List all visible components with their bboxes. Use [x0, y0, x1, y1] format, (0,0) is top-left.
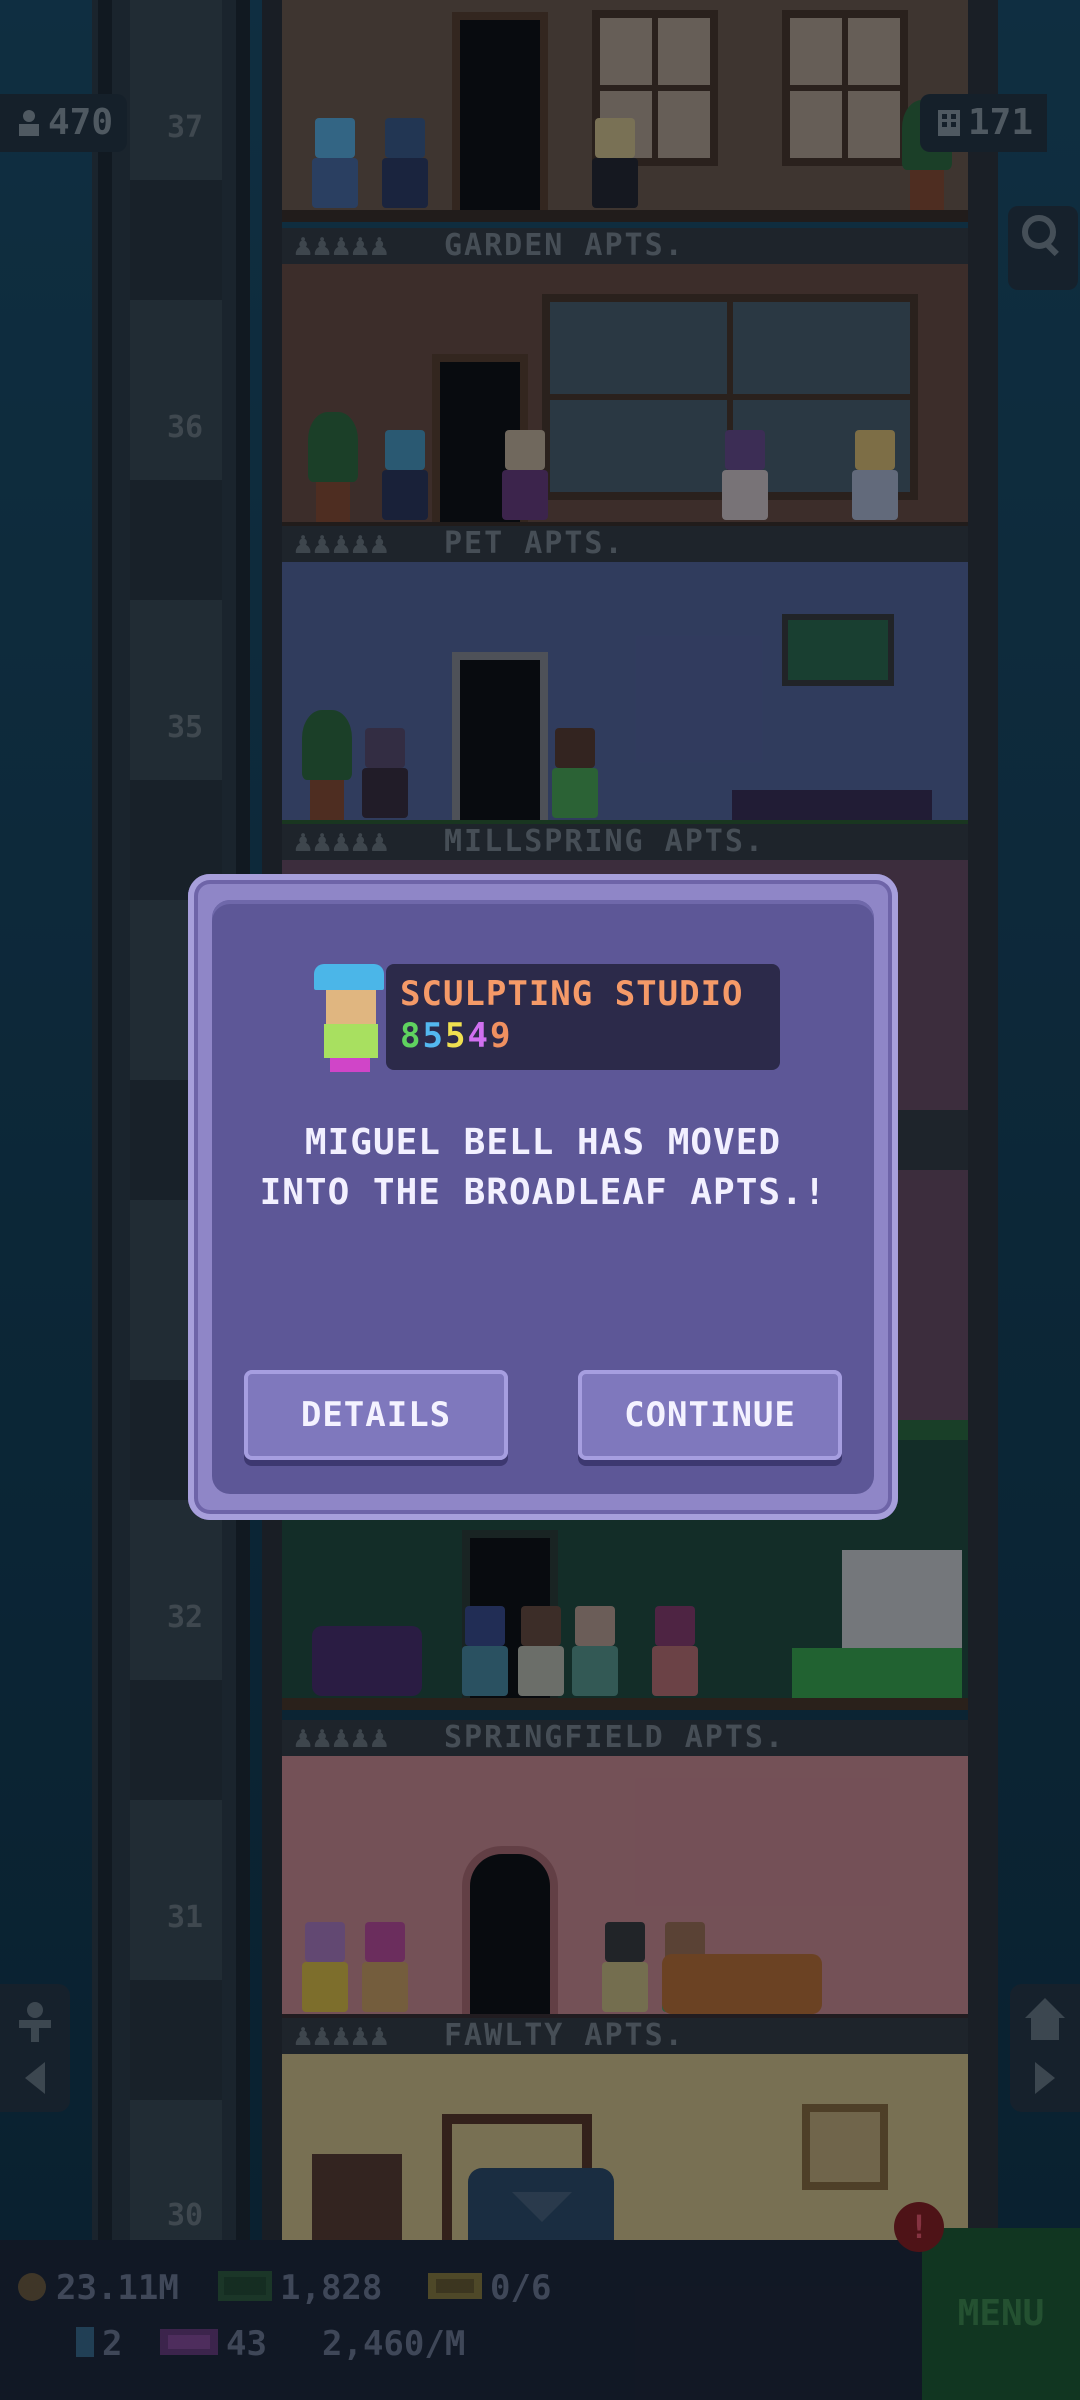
skill-retail: 4	[467, 1016, 490, 1056]
move-in-dialog: SCULPTING STUDIO 85549 MIGUEL BELL HAS M…	[188, 874, 898, 1520]
dream-job-box: SCULPTING STUDIO 85549	[386, 964, 780, 1070]
dream-job-title: SCULPTING STUDIO	[400, 974, 744, 1014]
game-screen: 37 36 35 32 31 30 ♟♟♟♟♟ GARDEN APTS. ♟♟♟♟…	[0, 0, 1080, 2400]
skill-service: 5	[422, 1016, 445, 1056]
skill-food: 8	[400, 1016, 423, 1056]
skill-creative: 9	[489, 1016, 513, 1056]
skill-ratings: 85549	[400, 1016, 512, 1056]
details-button[interactable]: DETAILS	[244, 1370, 508, 1460]
skill-recreation: 5	[444, 1016, 468, 1056]
bitizen-avatar	[314, 964, 384, 1072]
dialog-panel: SCULPTING STUDIO 85549 MIGUEL BELL HAS M…	[212, 900, 874, 1494]
dialog-message: MIGUEL BELL HAS MOVED INTO THE BROADLEAF…	[212, 1118, 874, 1218]
message-line-2: INTO THE BROADLEAF APTS.!	[259, 1172, 827, 1213]
continue-button[interactable]: CONTINUE	[578, 1370, 842, 1460]
message-line-1: MIGUEL BELL HAS MOVED	[304, 1122, 782, 1163]
